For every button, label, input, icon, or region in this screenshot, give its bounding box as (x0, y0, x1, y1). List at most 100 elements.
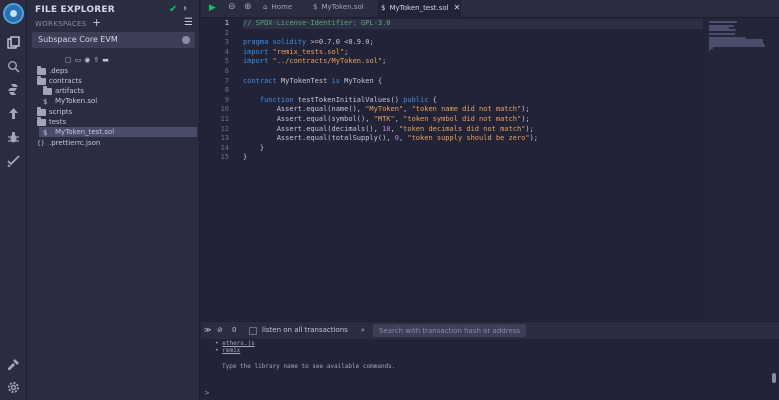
code-line: import "remix_tests.sol"; (243, 48, 703, 58)
tree-item-label: .prettierrc.json (49, 139, 101, 147)
icon-rail (0, 0, 27, 400)
plugin-manager-icon[interactable] (6, 357, 21, 372)
new-file-icon[interactable]: ▢ (65, 56, 72, 64)
code-token: "token supply should be zero" (407, 134, 530, 143)
tree-item[interactable]: artifacts (27, 85, 84, 96)
tree-item-label: contracts (49, 77, 82, 85)
code-token: // SPDX-License-Identifier: GPL-3.0 (243, 19, 391, 27)
line-number: 14 (220, 143, 229, 152)
tree-item[interactable]: $ MyToken_test.sol (39, 127, 197, 137)
code-token: , (390, 124, 399, 133)
code-token: Assert.equal(decimals(), (243, 124, 383, 133)
workspace-select[interactable]: Subspace Core EVM (32, 32, 195, 48)
close-tab-icon[interactable]: ✕ (454, 3, 461, 12)
code-token: pragma (243, 38, 269, 47)
tab-mytoken-test[interactable]: $ MyToken_test.sol ✕ (381, 3, 460, 12)
settings-gear-icon[interactable] (6, 380, 21, 395)
zoom-in-icon[interactable]: ⊕ (244, 2, 252, 12)
code-token: Assert.equal(symbol(), (243, 115, 374, 123)
solidity-file-icon: $ (313, 3, 318, 11)
tree-item[interactable]: contracts (27, 75, 82, 86)
terminal-toolbar: ≫ ⊘ 0 listen on all transactions ⌕ (201, 321, 779, 339)
unit-testing-icon[interactable] (6, 153, 21, 168)
new-folder-icon[interactable]: ▭ (75, 56, 82, 64)
hamburger-menu-icon[interactable]: ☰ (184, 17, 193, 28)
listen-checkbox[interactable] (249, 327, 257, 335)
upload-icon[interactable]: ⇪ (93, 56, 99, 64)
code-token: "MTK" (373, 115, 395, 123)
code-token: ); (521, 105, 530, 114)
folder-upload-icon[interactable]: ▬ (102, 56, 109, 64)
code-token: contract (243, 76, 277, 85)
line-number: 1 (224, 19, 229, 27)
tree-item[interactable]: $ MyToken.sol (27, 96, 97, 106)
clear-console-icon[interactable]: ⊘ (217, 326, 223, 334)
code-token: "token symbol did not match" (403, 115, 522, 123)
code-token: } (243, 153, 248, 162)
tree-item[interactable]: {} .prettierrc.json (27, 138, 100, 148)
terminal-output[interactable]: • ethers.js • remix Type the library nam… (201, 339, 779, 400)
code-token: testTokenInitialValues() (293, 95, 404, 104)
search-icon: ⌕ (361, 326, 365, 334)
tree-item[interactable]: scripts (27, 106, 72, 117)
code-token: "token name did not match" (411, 105, 522, 114)
code-line: } (243, 153, 703, 163)
tab-home[interactable]: ⌂ Home (263, 3, 292, 11)
code-line: Assert.equal(name(), "MyToken", "token n… (243, 105, 703, 115)
deploy-run-icon[interactable] (6, 106, 21, 121)
tree-item[interactable]: tests (27, 116, 66, 127)
remix-logo-icon[interactable] (3, 3, 24, 24)
listen-label: listen on all transactions (262, 326, 348, 334)
minimap-line (709, 33, 735, 35)
workspace-badge-icon (182, 36, 190, 44)
code-token: MyToken { (339, 76, 383, 85)
github-icon[interactable]: ◉ (84, 56, 90, 64)
debugger-icon[interactable] (6, 130, 21, 145)
code-line: pragma solidity >=0.7.0 <0.9.0; (243, 38, 703, 48)
line-number: 13 (220, 134, 229, 143)
code-token: ; (382, 57, 387, 66)
tab-home-label: Home (271, 3, 293, 11)
add-workspace-icon[interactable]: + (92, 16, 101, 29)
line-number: 7 (224, 76, 229, 85)
terminal-scrollbar[interactable] (772, 373, 776, 383)
tree-item[interactable]: .deps (27, 65, 69, 76)
tab-mytoken[interactable]: $ MyToken.sol (313, 3, 364, 11)
panel-title: FILE EXPLORER (35, 5, 115, 15)
code-editor[interactable]: // SPDX-License-Identifier: GPL-3.0 pragm… (243, 18, 703, 321)
search-icon[interactable] (6, 59, 21, 74)
line-number: 4 (224, 47, 229, 56)
zoom-out-icon[interactable]: ⊖ (228, 2, 236, 12)
code-token: MyTokenTest (276, 76, 332, 85)
folder-icon (37, 116, 46, 126)
tx-search-input[interactable] (373, 324, 526, 337)
collapse-terminal-icon[interactable]: ≫ (204, 326, 211, 334)
tree-item-label: MyToken.sol (55, 97, 98, 105)
line-number: 6 (224, 67, 229, 75)
code-token: is (331, 76, 340, 85)
code-token: , (403, 105, 412, 114)
minimap[interactable] (706, 18, 779, 321)
tree-item-label: .deps (49, 67, 69, 75)
code-token: "../contracts/MyToken.sol" (272, 57, 383, 66)
workspace-name: Subspace Core EVM (38, 35, 118, 44)
code-token: 18 (382, 124, 391, 133)
code-token: "remix_tests.sol" (272, 47, 345, 56)
code-token: } (243, 143, 265, 152)
lib-link-remix[interactable]: remix (222, 347, 240, 354)
run-play-icon[interactable]: ▶ (209, 3, 216, 13)
solidity-file-icon: $ (43, 128, 48, 137)
solidity-file-icon: $ (381, 3, 386, 12)
terminal-prompt[interactable]: > (205, 389, 209, 397)
file-explorer-icon[interactable] (6, 35, 21, 50)
chevron-right-icon[interactable]: › (183, 3, 187, 14)
solidity-compiler-icon[interactable] (6, 82, 21, 97)
code-line: Assert.equal(symbol(), "MTK", "token sym… (243, 115, 703, 125)
lib-link-ethers[interactable]: ethers.js (222, 340, 255, 347)
file-toolbar: ▢ ▭ ◉ ⇪ ▬ (65, 56, 109, 64)
minimap-line (709, 45, 765, 47)
code-line: contract MyTokenTest is MyToken { (243, 77, 703, 87)
line-number: 9 (224, 95, 229, 104)
